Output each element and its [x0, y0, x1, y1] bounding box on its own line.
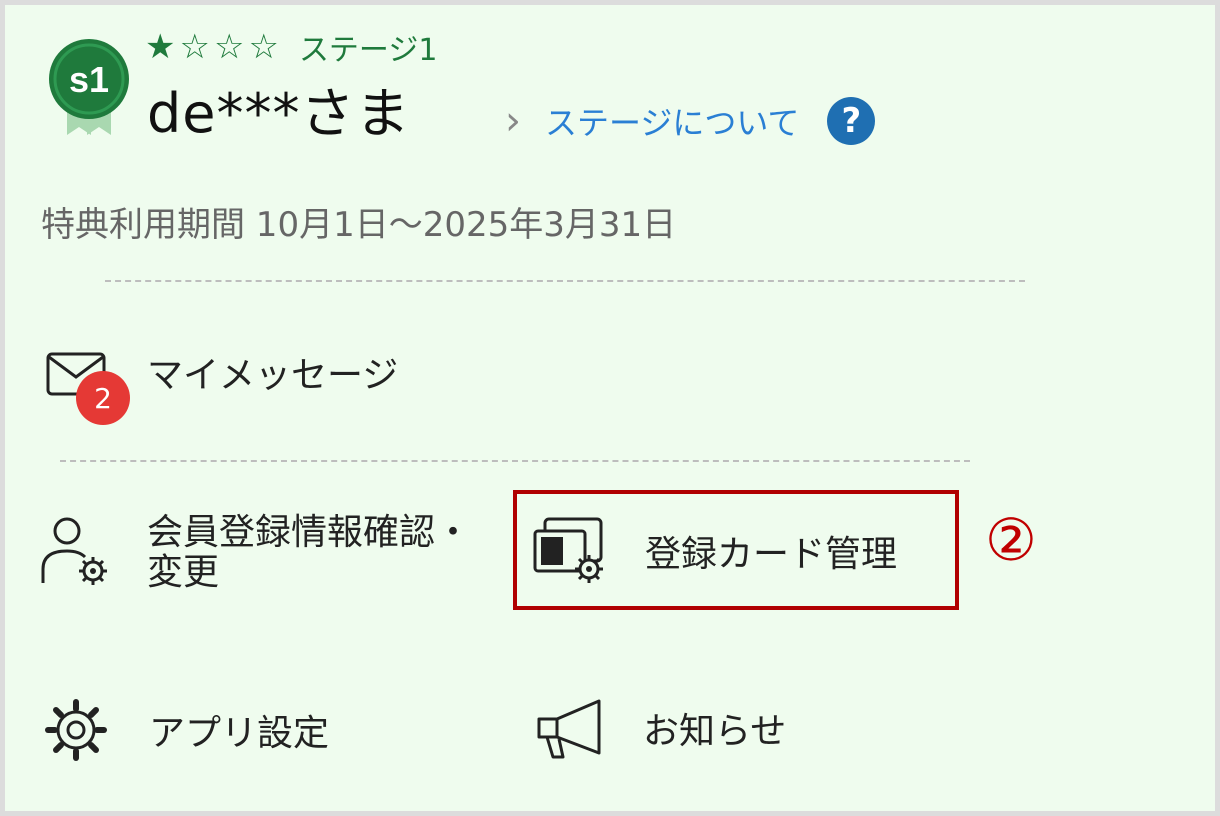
- member-info-label-line2: 変更: [147, 552, 220, 593]
- star-empty-icon: ☆: [179, 27, 210, 67]
- menu-item-app-settings[interactable]: アプリ設定: [43, 697, 329, 763]
- menu-item-notices[interactable]: お知らせ: [535, 697, 786, 759]
- stage-info-label: ステージについて: [545, 104, 800, 142]
- step-marker: ②: [985, 506, 1037, 574]
- unread-count-badge: 2: [76, 371, 130, 425]
- app-settings-label: アプリ設定: [149, 713, 330, 754]
- chevron-right-icon: ›: [505, 98, 521, 144]
- stage-label: ステージ1: [298, 33, 438, 68]
- highlight-box: [513, 490, 959, 610]
- divider: [60, 460, 970, 462]
- stage-rating: ★ ☆ ☆ ☆ ステージ1: [145, 27, 438, 68]
- benefit-period: 特典利用期間 10月1日〜2025年3月31日: [41, 205, 677, 245]
- gear-icon: [45, 699, 107, 761]
- my-messages-label: マイメッセージ: [147, 355, 399, 396]
- user-settings-icon: [41, 517, 107, 585]
- star-filled-icon: ★: [145, 27, 176, 67]
- stage-badge-icon: s1: [49, 39, 129, 135]
- member-info-label-line1: 会員登録情報確認・: [147, 512, 472, 553]
- stage-badge-text: s1: [69, 59, 109, 100]
- menu-panel: s1 ★ ☆ ☆ ☆ ステージ1 de***さま › ステージについて ? 特典…: [0, 0, 1220, 816]
- menu-item-member-info[interactable]: 会員登録情報確認・ 変更: [39, 513, 471, 593]
- help-icon[interactable]: ?: [827, 97, 876, 145]
- stage-info-link[interactable]: › ステージについて ?: [505, 97, 876, 145]
- divider: [105, 280, 1025, 282]
- username: de***さま: [147, 82, 411, 145]
- star-empty-icon: ☆: [213, 27, 245, 67]
- star-empty-icon: ☆: [248, 27, 279, 67]
- megaphone-icon: [537, 699, 601, 759]
- notices-label: お知らせ: [643, 711, 787, 752]
